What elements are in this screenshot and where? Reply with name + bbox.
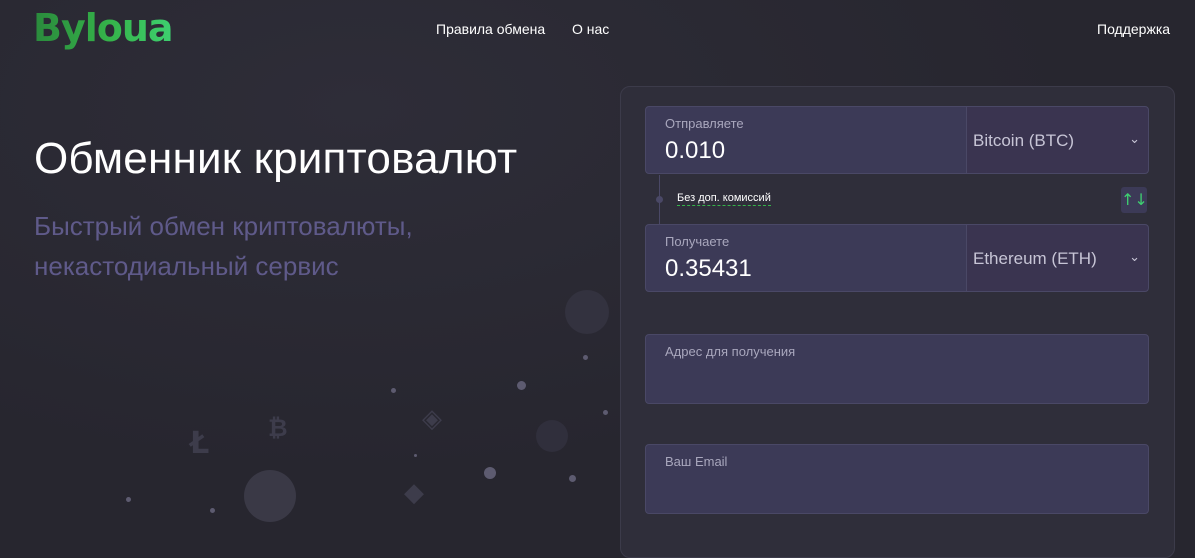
chevron-down-icon: ⌄ <box>1129 249 1140 264</box>
receive-address-field[interactable]: Адрес для получения <box>645 334 1149 404</box>
nav-link-exchange-rules[interactable]: Правила обмена <box>436 21 545 37</box>
nav-link-support[interactable]: Поддержка <box>1097 21 1170 37</box>
decorative-dot <box>414 454 417 457</box>
decorative-dot <box>484 467 496 479</box>
decorative-dot <box>126 497 131 502</box>
dogecoin-icon <box>244 470 296 522</box>
send-currency-value: Bitcoin (BTC) <box>973 131 1075 150</box>
receive-amount-field[interactable]: Получаете 0.35431 <box>645 224 967 292</box>
decorative-coin <box>565 290 609 334</box>
receive-amount-value[interactable]: 0.35431 <box>665 255 752 283</box>
binance-icon: ◈ <box>422 404 442 434</box>
receive-currency-value: Ethereum (ETH) <box>973 249 1097 268</box>
send-currency-select[interactable]: Bitcoin (BTC) ⌄ <box>966 106 1149 174</box>
send-label: Отправляете <box>665 116 744 131</box>
receive-label: Получаете <box>665 234 730 249</box>
bitcoin-icon: ₿ <box>268 414 288 442</box>
send-amount-field[interactable]: Отправляете 0.010 <box>645 106 967 174</box>
email-field[interactable]: Ваш Email <box>645 444 1149 514</box>
decorative-dot <box>569 475 576 482</box>
receive-address-label: Адрес для получения <box>665 344 796 359</box>
send-amount-value[interactable]: 0.010 <box>665 137 725 165</box>
no-fee-link[interactable]: Без доп. комиссий <box>677 192 771 206</box>
decorative-dot <box>603 410 608 415</box>
email-label: Ваш Email <box>665 454 728 469</box>
decorative-dot <box>210 508 215 513</box>
litecoin-icon: Ł <box>190 426 210 461</box>
ethereum-icon: ◆ <box>404 478 424 508</box>
receive-currency-select[interactable]: Ethereum (ETH) ⌄ <box>966 224 1149 292</box>
logo[interactable]: Byloua <box>33 6 174 50</box>
chevron-down-icon: ⌄ <box>1129 131 1140 146</box>
swap-arrows-icon[interactable]: ↑↓ <box>1121 187 1148 213</box>
decorative-dot <box>583 355 588 360</box>
decorative-coin <box>536 420 568 452</box>
page-title: Обменник криптовалют <box>34 134 518 183</box>
decorative-dot <box>391 388 396 393</box>
decorative-dot <box>517 381 526 390</box>
page-subtitle: Быстрый обмен криптовалюты, некастодиаль… <box>34 211 413 281</box>
connector-dot <box>656 196 663 203</box>
nav-link-about[interactable]: О нас <box>572 21 609 37</box>
